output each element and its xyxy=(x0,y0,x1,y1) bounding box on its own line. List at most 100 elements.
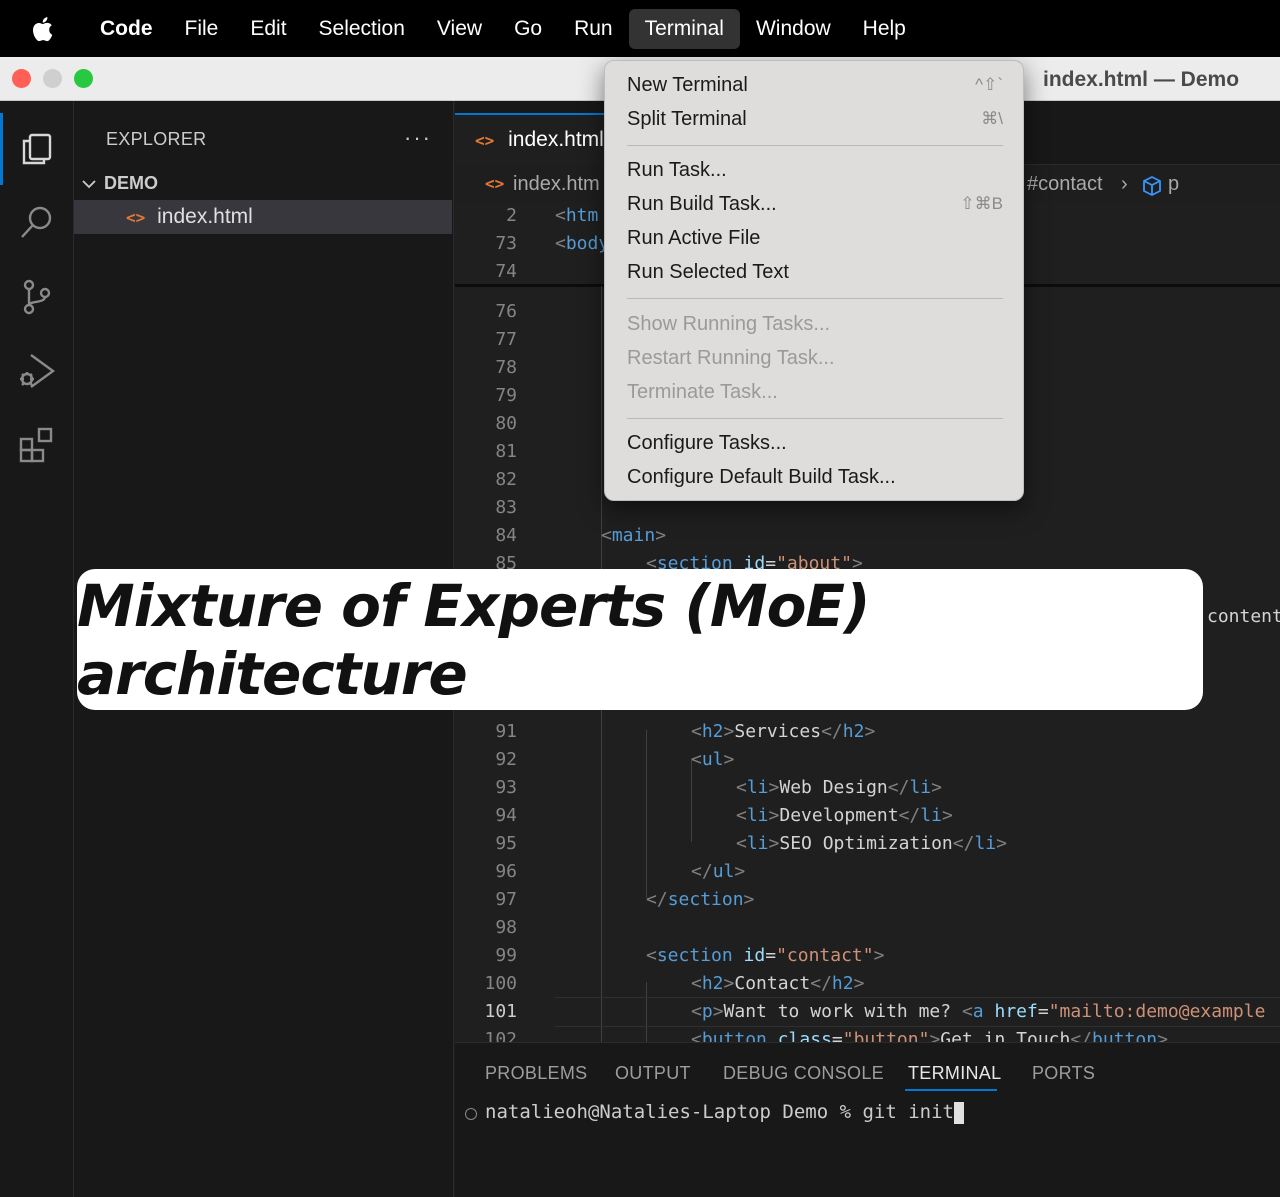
minimize-window-button[interactable] xyxy=(43,69,62,88)
menu-item-configure-default-build-task[interactable]: Configure Default Build Task... xyxy=(627,462,896,492)
line-number: 96 xyxy=(495,861,517,882)
menu-terminal[interactable]: Terminal xyxy=(628,8,740,49)
tab-label: index.html xyxy=(508,128,604,151)
code-token: li xyxy=(909,777,932,798)
folder-label: DEMO xyxy=(104,173,158,193)
banner-text: Mixture of Experts (MoE) architecture xyxy=(77,571,871,708)
code-line: <body xyxy=(555,233,610,254)
line-number-active: 101 xyxy=(484,1001,517,1022)
breadcrumb-section[interactable]: #contact xyxy=(1027,166,1103,202)
menu-edit[interactable]: Edit xyxy=(234,9,302,49)
line-number: 79 xyxy=(495,385,517,406)
shortcut-split-terminal: ⌘\ xyxy=(981,109,1003,128)
code-token: main xyxy=(611,525,656,546)
folder-demo[interactable]: DEMO xyxy=(82,173,158,194)
window-title: index.html — Demo xyxy=(1043,68,1240,91)
menu-item-run-build-task[interactable]: Run Build Task... xyxy=(627,189,777,219)
code-token: section xyxy=(656,945,733,966)
menu-run[interactable]: Run xyxy=(558,9,629,49)
macos-menubar: Code File Edit Selection View Go Run Ter… xyxy=(0,0,1280,57)
code-token: Web Design xyxy=(779,777,888,798)
code-token: Want to work with me? xyxy=(723,1001,962,1022)
menu-app-code[interactable]: Code xyxy=(84,9,169,49)
line-number: 78 xyxy=(495,357,517,378)
line-number: 80 xyxy=(495,413,517,434)
menu-window[interactable]: Window xyxy=(740,9,847,49)
tab-ports[interactable]: PORTS xyxy=(1032,1063,1095,1084)
code-token: href xyxy=(994,1001,1038,1022)
apple-icon[interactable] xyxy=(0,0,84,57)
menu-item-configure-tasks[interactable]: Configure Tasks... xyxy=(627,428,787,458)
code-token: body xyxy=(565,233,610,254)
code-peek-text: content xyxy=(1207,606,1280,627)
line-number: 102 xyxy=(484,1029,517,1042)
file-item-index-html[interactable]: <> index.html xyxy=(74,200,452,234)
tab-terminal[interactable]: TERMINAL xyxy=(908,1063,1001,1084)
menu-separator xyxy=(627,418,1003,419)
menu-file[interactable]: File xyxy=(169,9,235,49)
code-token: "contact" xyxy=(776,945,874,966)
menu-selection[interactable]: Selection xyxy=(303,9,421,49)
line-number: 74 xyxy=(495,261,517,282)
menu-view[interactable]: View xyxy=(421,9,498,49)
menu-item-terminate-task: Terminate Task... xyxy=(627,381,778,403)
code-token: h2 xyxy=(701,721,724,742)
close-window-button[interactable] xyxy=(12,69,31,88)
breadcrumb-file[interactable]: index.htm xyxy=(513,166,600,202)
code-token: h2 xyxy=(842,721,865,742)
menu-item-new-terminal[interactable]: New Terminal xyxy=(627,70,748,100)
code-line: <section id="contact"> xyxy=(646,945,885,966)
code-token: section xyxy=(667,889,744,910)
code-token: id xyxy=(743,945,766,966)
code-token: "mailto:demo@example xyxy=(1048,1001,1266,1022)
html-file-icon: <> xyxy=(475,131,495,150)
terminal-prompt[interactable]: natalieoh@Natalies-Laptop Demo % git ini… xyxy=(485,1101,964,1124)
more-actions-icon[interactable]: ··· xyxy=(404,125,432,151)
line-number: 92 xyxy=(495,749,517,770)
line-number: 84 xyxy=(495,525,517,546)
line-number: 98 xyxy=(495,917,517,938)
tab-index-html[interactable]: <> index.html xyxy=(455,113,615,165)
menu-help[interactable]: Help xyxy=(847,9,922,49)
source-control-icon[interactable] xyxy=(17,277,57,317)
menu-go[interactable]: Go xyxy=(498,9,558,49)
code-line: </ul> xyxy=(691,861,746,882)
zoom-window-button[interactable] xyxy=(74,69,93,88)
line-number: 100 xyxy=(484,973,517,994)
tab-output[interactable]: OUTPUT xyxy=(615,1063,691,1084)
menu-item-run-task[interactable]: Run Task... xyxy=(627,155,727,185)
code-token: SEO Optimization xyxy=(779,833,953,854)
code-token: li xyxy=(746,777,769,798)
menu-item-run-selected-text[interactable]: Run Selected Text xyxy=(627,257,789,287)
line-number: 73 xyxy=(495,233,517,254)
explorer-icon[interactable] xyxy=(17,129,57,169)
menu-item-split-terminal[interactable]: Split Terminal xyxy=(627,104,747,134)
terminal-line: natalieoh@Natalies-Laptop Demo % git ini… xyxy=(485,1101,954,1123)
code-token: li xyxy=(746,805,769,826)
menu-item-run-active-file[interactable]: Run Active File xyxy=(627,223,760,253)
chevron-down-icon xyxy=(82,173,104,194)
line-number: 82 xyxy=(495,469,517,490)
command-status-icon xyxy=(465,1108,477,1120)
line-number: 95 xyxy=(495,833,517,854)
terminal-cursor xyxy=(954,1101,964,1124)
tab-problems[interactable]: PROBLEMS xyxy=(485,1063,587,1084)
line-number: 77 xyxy=(495,329,517,350)
tab-debug-console[interactable]: DEBUG CONSOLE xyxy=(723,1063,884,1084)
line-number: 2 xyxy=(506,205,517,226)
code-token: Get in Touch xyxy=(940,1029,1071,1042)
menu-item-restart-running-task: Restart Running Task... xyxy=(627,347,835,369)
code-token: h2 xyxy=(701,973,724,994)
code-token: p xyxy=(701,1001,713,1022)
code-token: button xyxy=(701,1029,767,1042)
breadcrumb-element[interactable]: p xyxy=(1168,166,1179,202)
file-label: index.html xyxy=(157,205,253,228)
code-token: li xyxy=(920,805,942,826)
code-line: <h2>Contact</h2> xyxy=(691,973,865,994)
activity-bar xyxy=(0,101,74,1197)
extensions-icon[interactable] xyxy=(17,425,57,465)
code-token: Development xyxy=(779,805,899,826)
run-debug-icon[interactable] xyxy=(17,351,57,391)
search-icon[interactable] xyxy=(17,203,57,243)
line-number: 97 xyxy=(495,889,517,910)
